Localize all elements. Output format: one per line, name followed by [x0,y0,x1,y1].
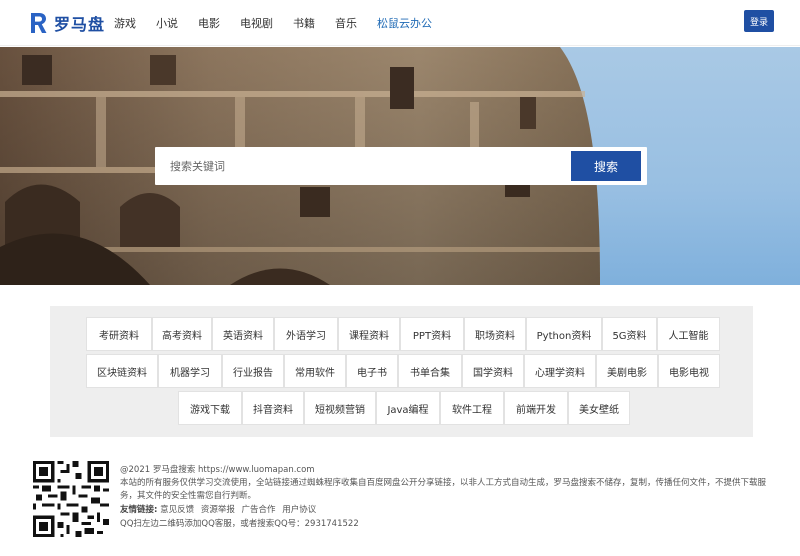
search-box: 搜索 [155,147,647,185]
nav-item-books[interactable]: 书籍 [293,15,315,31]
nav-item-tv[interactable]: 电视剧 [240,15,273,31]
hero-banner: 搜索 [0,47,800,285]
link-ads[interactable]: 广告合作 [242,505,276,515]
logo-icon [31,13,47,33]
tag-item[interactable]: Python资料 [526,317,602,351]
tag-item[interactable]: 美女壁纸 [568,391,630,425]
nav-item-office[interactable]: 松鼠云办公 [377,15,432,31]
nav-item-novels[interactable]: 小说 [156,15,178,31]
nav-item-movies[interactable]: 电影 [198,15,220,31]
tag-item[interactable]: 机器学习 [158,354,222,388]
tag-item[interactable]: 抖音资料 [242,391,304,425]
tag-item[interactable]: 游戏下载 [178,391,242,425]
tag-item[interactable]: 美剧电影 [596,354,658,388]
tag-item[interactable]: 外语学习 [274,317,338,351]
search-input[interactable] [155,147,567,185]
tag-item[interactable]: PPT资料 [400,317,464,351]
tag-item[interactable]: 前端开发 [504,391,568,425]
logo[interactable]: 罗马盘 [28,10,105,36]
nav-item-games[interactable]: 游戏 [114,15,136,31]
category-tags-panel: 考研资料 高考资料 英语资料 外语学习 课程资料 PPT资料 职场资料 Pyth… [50,306,753,437]
tag-item[interactable]: 行业报告 [222,354,284,388]
qq-contact-text: QQ扫左边二维码添加QQ客服，或者搜索QQ号：2931741522 [120,519,359,529]
tag-item[interactable]: 课程资料 [338,317,400,351]
qr-code-icon [33,461,109,537]
tag-item[interactable]: 人工智能 [657,317,720,351]
main-nav: 游戏 小说 电影 电视剧 书籍 音乐 松鼠云办公 [114,0,452,46]
tag-item[interactable]: 职场资料 [464,317,526,351]
tag-item[interactable]: 软件工程 [440,391,504,425]
tag-item[interactable]: 区块链资料 [86,354,158,388]
tag-item[interactable]: 英语资料 [212,317,274,351]
login-button[interactable]: 登录 [744,10,774,32]
tag-item[interactable]: 心理学资料 [524,354,596,388]
tag-item[interactable]: 电子书 [346,354,398,388]
tag-item[interactable]: 考研资料 [86,317,152,351]
tag-item[interactable]: 电影电视 [658,354,720,388]
link-feedback[interactable]: 意见反馈 [160,505,194,515]
nav-item-music[interactable]: 音乐 [335,15,357,31]
tag-item[interactable]: 5G资料 [602,317,657,351]
friendly-links: 友情链接: 意见反馈 资源举报 广告合作 用户协议 [120,503,780,517]
tag-item[interactable]: Java编程 [376,391,440,425]
brand-name: 罗马盘 [54,15,106,34]
header: 罗马盘 游戏 小说 电影 电视剧 书籍 音乐 松鼠云办公 登录 [0,0,800,46]
tag-item[interactable]: 国学资料 [462,354,524,388]
copyright-text: @2021 罗马盘搜索 https://www.luomapan.com [120,465,315,475]
tag-item[interactable]: 短视频营销 [304,391,376,425]
disclaimer-text: 本站的所有服务仅供学习交流使用，全站链接通过蜘蛛程序收集自百度网盘公开分享链接，… [120,478,767,501]
search-button[interactable]: 搜索 [571,151,641,181]
tag-item[interactable]: 常用软件 [284,354,346,388]
footer: @2021 罗马盘搜索 https://www.luomapan.com 本站的… [120,463,780,531]
link-report[interactable]: 资源举报 [201,505,235,515]
links-label: 友情链接: [120,505,158,515]
link-agreement[interactable]: 用户协议 [282,505,316,515]
tag-item[interactable]: 书单合集 [398,354,462,388]
tag-item[interactable]: 高考资料 [152,317,212,351]
